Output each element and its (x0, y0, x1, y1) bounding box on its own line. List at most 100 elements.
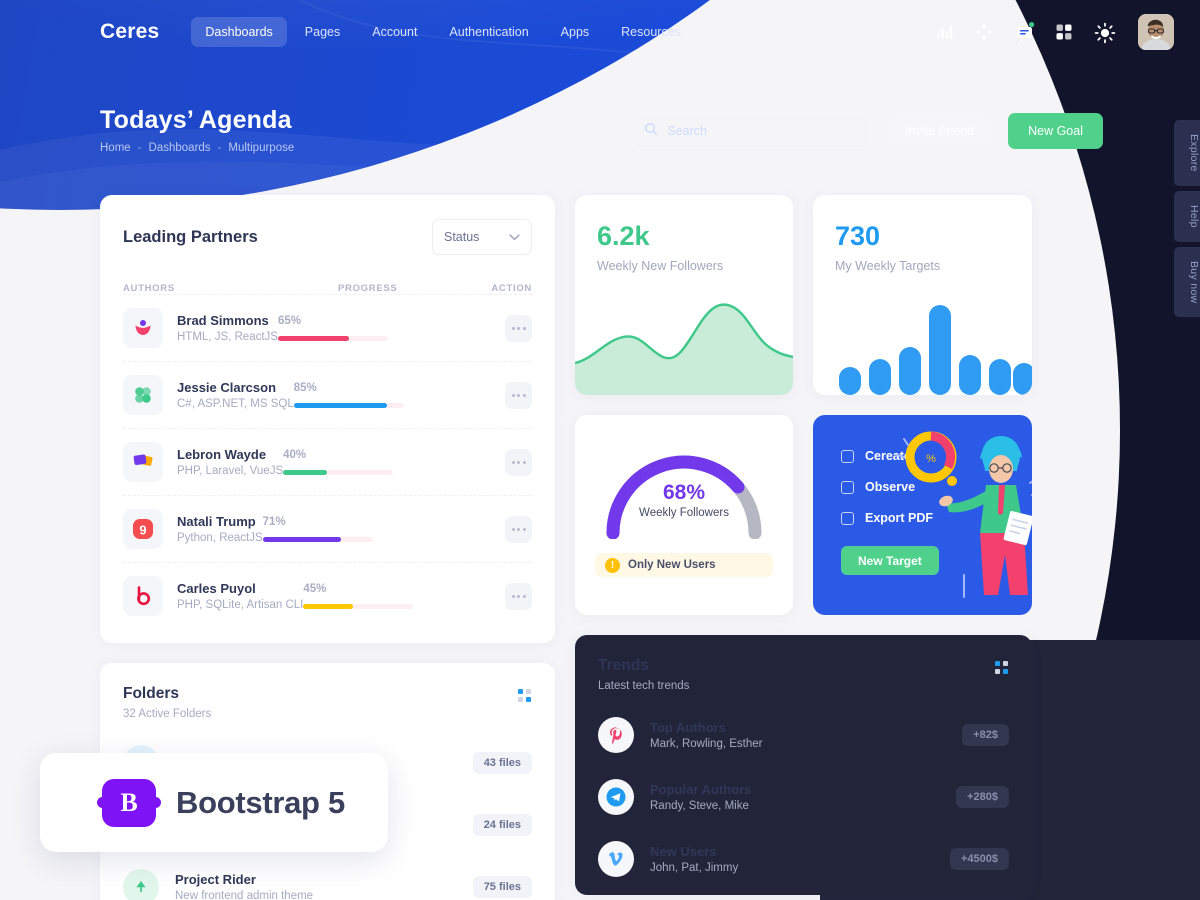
nav-item-apps[interactable]: Apps (547, 17, 604, 47)
author-info: Jessie Clarcson C#, ASP.NET, MS SQL (177, 380, 294, 410)
trends-title: Trends (598, 657, 649, 674)
diamond-cluster-icon[interactable] (974, 22, 994, 42)
status-dropdown[interactable]: Status (432, 219, 532, 255)
vimeo-icon (598, 841, 634, 877)
author-skills: PHP, SQLite, Artisan CLI (177, 599, 304, 611)
dashboard-page: Ceres Dashboards Pages Account Authentic… (0, 0, 1200, 900)
edge-tab-help[interactable]: Help (1174, 190, 1200, 242)
row-actions-button[interactable] (505, 381, 532, 409)
column-header-action: ACTION (491, 283, 532, 294)
trends-card: Trends Latest tech trends Top Authors Ma… (575, 635, 1032, 895)
checkbox-icon[interactable] (841, 511, 854, 525)
progress-track (277, 336, 388, 341)
new-target-card: Cereate Observe Export PDF New Target % (813, 415, 1032, 615)
progress-cell: 45% (303, 583, 443, 609)
folder-info: Project Rider New frontend admin theme (175, 872, 313, 900)
author-name: Jessie Clarcson (177, 380, 277, 395)
edge-tab-explore[interactable]: Explore (1174, 120, 1200, 186)
progress-cell: 65% (277, 315, 418, 341)
progress-track (262, 537, 373, 542)
leading-partners-card: Leading Partners Status AUTHORS PROGRESS… (100, 195, 555, 643)
list-item[interactable]: New Users John, Pat, Jimmy +4500$ (598, 828, 1009, 890)
author-skills: C#, ASP.NET, MS SQL (177, 398, 294, 410)
targets-label: My Weekly Targets (835, 259, 941, 273)
sun-icon[interactable] (1094, 22, 1116, 43)
list-item[interactable]: Popular Authors Randy, Steve, Mike +280$ (598, 766, 1009, 828)
nav-item-dashboards[interactable]: Dashboards (191, 16, 287, 47)
folder-file-count: 75 files (472, 876, 532, 898)
progress-percent: 45% (303, 583, 327, 595)
nav-item-authentication[interactable]: Authentication (435, 17, 542, 47)
trend-desc: John, Pat, Jimmy (650, 862, 739, 874)
breadcrumb-item-dashboards[interactable]: Dashboards (149, 142, 211, 154)
telegram-icon (598, 779, 634, 815)
weekly-followers-card: 6.2k Weekly New Followers (575, 195, 793, 395)
table-row[interactable]: Brad Simmons HTML, JS, ReactJS 65% (123, 294, 532, 361)
nine-icon: 9 (123, 509, 163, 549)
brand-logo[interactable]: Ceres (100, 20, 159, 44)
target-illustration: % (896, 431, 1032, 598)
row-actions-button[interactable] (505, 448, 532, 476)
folders-title: Folders (123, 685, 179, 702)
leading-partners-columns: AUTHORS PROGRESS ACTION (123, 283, 532, 294)
header-actions: Search Invite Friend New Goal (631, 113, 1103, 149)
page-title-block: Todays’ Agenda Home - Dashboards - Multi… (100, 106, 294, 154)
page-title: Todays’ Agenda (100, 106, 292, 134)
author-name: Lebron Wayde (177, 447, 267, 462)
bootstrap-badge[interactable]: B Bootstrap 5 (40, 753, 388, 852)
folders-menu-icon[interactable] (518, 689, 531, 702)
targets-bar-chart (839, 305, 1032, 395)
author-info: Lebron Wayde PHP, Laravel, VueJS (177, 447, 283, 477)
gauge-alert: ! Only New Users (595, 553, 773, 577)
trend-amount: +4500$ (949, 848, 1009, 870)
nav-item-account[interactable]: Account (358, 17, 431, 47)
table-row[interactable]: Carles Puyol PHP, SQLite, Artisan CLI 45… (123, 562, 532, 629)
progress-percent: 65% (277, 315, 301, 327)
breadcrumb-separator: - (137, 142, 142, 154)
progress-track (283, 470, 394, 475)
breadcrumb-separator: - (217, 142, 222, 154)
author-info: Natali Trump Python, ReactJS (177, 514, 263, 544)
svg-text:9: 9 (139, 523, 146, 538)
status-dropdown-label: Status (444, 230, 480, 244)
row-actions-button[interactable] (505, 515, 532, 543)
author-skills: HTML, JS, ReactJS (177, 331, 278, 343)
followers-value: 6.2k (597, 221, 650, 251)
progress-track (293, 403, 404, 408)
trends-menu-icon[interactable] (995, 661, 1008, 674)
trend-desc: Randy, Steve, Mike (650, 800, 749, 812)
grid-icon[interactable] (1054, 22, 1074, 42)
folder-desc: New frontend admin theme (175, 890, 314, 900)
folder-file-count: 24 files (472, 814, 532, 836)
trend-name: Top Authors (650, 720, 726, 735)
breadcrumb-item-home[interactable]: Home (100, 142, 131, 154)
chat-icon[interactable] (1014, 21, 1035, 42)
table-row[interactable]: 9 Natali Trump Python, ReactJS 71% (123, 495, 532, 562)
list-item[interactable]: Project Rider New frontend admin theme 7… (123, 856, 532, 900)
stat-card-row: 6.2k Weekly New Followers 730 My Weekly … (575, 195, 1032, 395)
row-actions-button[interactable] (505, 314, 532, 342)
author-name: Carles Puyol (177, 581, 256, 596)
new-goal-button[interactable]: New Goal (1008, 113, 1103, 149)
progress-cell: 85% (293, 382, 434, 408)
bar-chart-icon[interactable] (934, 22, 954, 42)
invite-friend-button[interactable]: Invite Friend (887, 113, 993, 149)
list-item[interactable]: Top Authors Mark, Rowling, Esther +82$ (598, 704, 1009, 766)
nav-item-resources[interactable]: Resources (607, 17, 695, 47)
table-row[interactable]: Lebron Wayde PHP, Laravel, VueJS 40% (123, 428, 532, 495)
checkbox-icon[interactable] (841, 480, 854, 494)
table-row[interactable]: Jessie Clarcson C#, ASP.NET, MS SQL 85% (123, 361, 532, 428)
trends-subtitle: Latest tech trends (598, 680, 690, 692)
bootstrap-badge-text: Bootstrap 5 (176, 784, 345, 820)
user-avatar[interactable] (1138, 13, 1174, 50)
nav-item-pages[interactable]: Pages (291, 17, 354, 47)
gauge-label: Weekly Followers (639, 507, 729, 519)
edge-tab-buy-now[interactable]: Buy now (1174, 246, 1200, 317)
row-actions-button[interactable] (505, 582, 532, 610)
targets-value: 730 (835, 221, 881, 251)
edge-tab-group: Explore Help Buy now (1174, 120, 1200, 317)
followers-area-chart (575, 303, 793, 395)
checkbox-icon[interactable] (841, 449, 854, 463)
search-input[interactable]: Search (631, 113, 872, 149)
search-icon (644, 122, 658, 141)
